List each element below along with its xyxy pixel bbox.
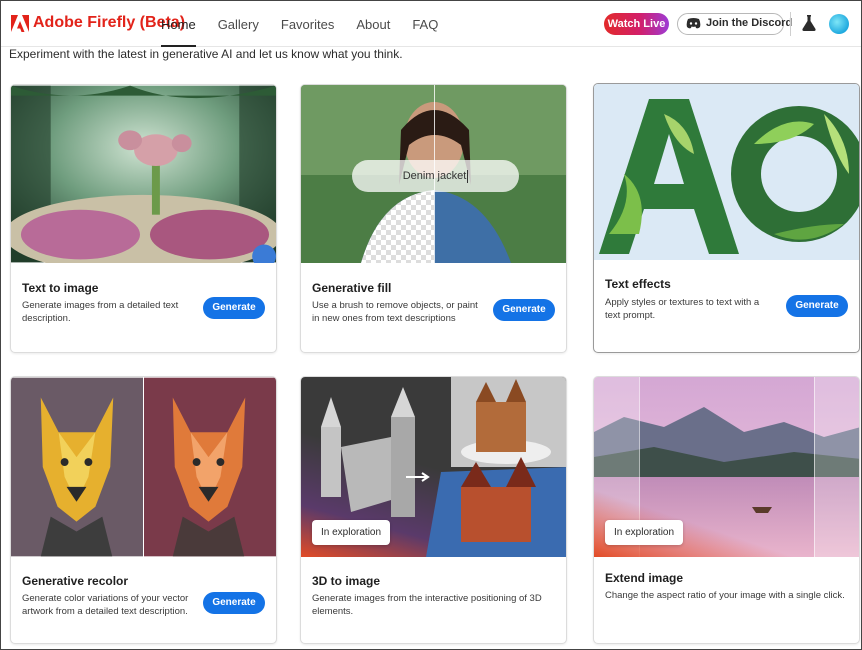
- prompt-overlay-text: Denim jacket: [402, 170, 467, 182]
- text-to-image-preview: [11, 85, 276, 263]
- text-caret: [467, 169, 469, 183]
- flask-icon[interactable]: [802, 15, 816, 31]
- card-3d-to-image[interactable]: In exploration 3D to image Generate imag…: [300, 376, 567, 644]
- card-title: 3D to image: [312, 574, 381, 588]
- card-generative-recolor[interactable]: Generative recolor Generate color variat…: [10, 376, 277, 644]
- generate-button[interactable]: Generate: [493, 299, 555, 321]
- extend-image-preview: In exploration: [594, 377, 859, 557]
- card-title: Generative fill: [312, 281, 392, 295]
- nav-faq[interactable]: FAQ: [412, 1, 438, 47]
- 3d-to-image-preview: In exploration: [301, 377, 566, 557]
- adobe-logo-icon[interactable]: [11, 15, 29, 32]
- generative-recolor-preview: [11, 377, 276, 557]
- card-title: Generative recolor: [22, 574, 129, 588]
- text-effects-preview: [594, 84, 859, 260]
- card-title: Extend image: [605, 571, 684, 585]
- card-description: Generate color variations of your vector…: [22, 593, 189, 617]
- card-text-to-image[interactable]: Text to image Generate images from a det…: [10, 84, 277, 353]
- card-title: Text to image: [22, 281, 99, 295]
- card-text-effects[interactable]: Text effects Apply styles or textures to…: [593, 83, 860, 353]
- card-description: Use a brush to remove objects, or paint …: [312, 300, 478, 324]
- card-description: Change the aspect ratio of your image wi…: [605, 590, 845, 601]
- card-title: Text effects: [605, 277, 671, 291]
- nav-about[interactable]: About: [356, 1, 390, 47]
- card-description: Generate images from a detailed text des…: [22, 300, 179, 324]
- generate-button[interactable]: Generate: [203, 592, 265, 614]
- card-description: Apply styles or textures to text with a …: [605, 297, 760, 321]
- card-extend-image[interactable]: In exploration Extend image Change the a…: [593, 376, 860, 644]
- watch-live-button[interactable]: Watch Live: [604, 13, 669, 35]
- intro-text: Experiment with the latest in generative…: [9, 47, 403, 61]
- main-nav: Home Gallery Favorites About FAQ: [161, 1, 460, 47]
- join-discord-button[interactable]: Join the Discord: [677, 13, 792, 35]
- prompt-overlay: Denim jacket: [352, 160, 519, 192]
- top-nav-bar: Adobe Firefly (Beta) Home Gallery Favori…: [1, 1, 861, 47]
- nav-gallery[interactable]: Gallery: [218, 1, 259, 47]
- generative-fill-preview: Denim jacket: [301, 85, 566, 263]
- nav-favorites[interactable]: Favorites: [281, 1, 334, 47]
- discord-label: Join the Discord: [706, 17, 793, 29]
- discord-icon: [686, 18, 701, 29]
- nav-home[interactable]: Home: [161, 1, 196, 47]
- card-generative-fill[interactable]: Denim jacket Generative fill Use a brush…: [300, 84, 567, 353]
- header-divider: [790, 12, 791, 36]
- in-exploration-badge: In exploration: [312, 520, 391, 545]
- generate-button[interactable]: Generate: [203, 297, 265, 319]
- user-avatar[interactable]: [829, 14, 849, 34]
- card-description: Generate images from the interactive pos…: [312, 593, 542, 617]
- generate-button[interactable]: Generate: [786, 295, 848, 317]
- in-exploration-badge: In exploration: [605, 520, 684, 545]
